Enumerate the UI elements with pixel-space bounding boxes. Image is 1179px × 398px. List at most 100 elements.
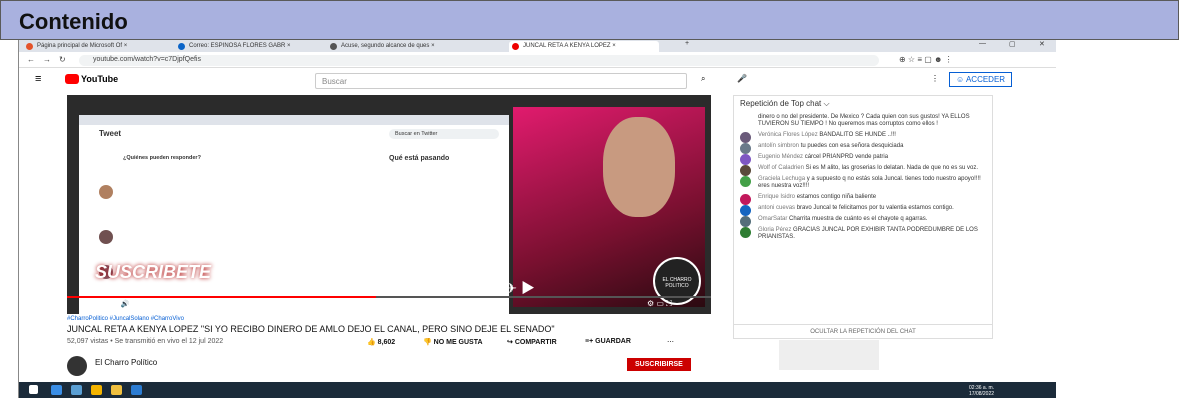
chrome-icon[interactable] — [91, 385, 102, 395]
reload-icon[interactable]: ↻ — [59, 55, 66, 64]
channel-avatar[interactable] — [67, 356, 87, 376]
search-icon[interactable]: ⌕ — [701, 74, 705, 84]
chat-author: OmarSatar — [758, 216, 788, 222]
progress-track[interactable] — [67, 296, 711, 298]
globe-icon — [330, 43, 337, 50]
ad-thumbnail[interactable] — [779, 340, 879, 370]
chat-text: bravo Juncal te felicitamos por tu valen… — [796, 205, 954, 211]
mic-icon[interactable]: 🎤 — [737, 74, 747, 83]
save-button[interactable]: ≡+ GUARDAR — [585, 338, 631, 345]
new-tab-icon[interactable]: + — [685, 40, 689, 47]
chat-message: antoni cuevas bravo Juncal te felicitamo… — [734, 203, 992, 216]
live-chat-replay: Repetición de Top chat ⌵ dinero o no del… — [733, 95, 993, 339]
chat-header[interactable]: Repetición de Top chat ⌵ — [734, 96, 992, 112]
avatar — [99, 185, 113, 199]
signin-button[interactable]: ☺ ACCEDER — [949, 72, 1013, 87]
chat-message: Graciela Lechuga y a supuesto q no estás… — [734, 174, 992, 192]
chat-text: dinero o no del presidente. De Mexico ? … — [758, 114, 970, 127]
section-header: Contenido — [0, 0, 1179, 40]
video-info: #CharroPolitico #JuncalSolano #CharroViv… — [67, 316, 711, 376]
tweet-search: Buscar en Twitter — [389, 129, 499, 139]
chat-text: Si es M alito, las groserias lo delatan.… — [805, 165, 979, 171]
inner-tab-bar — [79, 115, 509, 125]
avatar — [99, 230, 113, 244]
chat-text: BANDALITO SE HUNDE ..!!! — [819, 132, 896, 138]
view-meta: 52,097 vistas • Se transmitió en vivo el… — [67, 338, 224, 345]
subscribe-banner: SUSCRIBETE — [95, 262, 212, 282]
chat-author: Gloria Pérez — [758, 227, 792, 233]
volume-icon[interactable]: 🔊 — [121, 301, 130, 308]
chat-author: antolín simbron — [758, 143, 800, 149]
address-bar-row: ← → ↻ youtube.com/watch?v=c7DjpfQefis ⊕ … — [19, 52, 1056, 68]
more-icon[interactable]: ⋮ — [931, 74, 939, 83]
browser-tab-bar: Página principal de Microsoft Of × Corre… — [19, 40, 1056, 52]
chat-message: Gloria Pérez GRACIAS JUNCAL POR EXHIBIR … — [734, 225, 992, 243]
chat-message: Enrique Isidro estamos contigo niña bali… — [734, 192, 992, 205]
next-icon[interactable]: ⏭ — [102, 301, 108, 308]
forward-icon[interactable]: → — [43, 55, 51, 64]
video-player[interactable]: Tweet Buscar en Twitter ¿Quiénes pueden … — [67, 95, 711, 314]
word-icon[interactable] — [131, 385, 142, 395]
hide-chat-button[interactable]: OCULTAR LA REPETICIÓN DEL CHAT — [734, 324, 992, 338]
avatar — [740, 176, 751, 187]
youtube-header: ≡ YouTube Buscar ⌕ 🎤 ⋮ ☺ ACCEDER — [19, 69, 1056, 91]
avatar — [740, 114, 751, 125]
avatar — [740, 227, 751, 238]
chat-author: Eugenio Méndez — [758, 154, 804, 160]
hashtags[interactable]: #CharroPolitico #JuncalSolano #CharroViv… — [67, 316, 711, 322]
chat-text: GRACIAS JUNCAL POR EXHIBIR TANTA PODREDU… — [758, 227, 978, 240]
chat-author: Verónica Flores López — [758, 132, 818, 138]
youtube-logo[interactable]: YouTube — [81, 74, 118, 84]
chat-message: antolín simbron tu puedes con esa señora… — [734, 141, 992, 154]
slide-margin — [1056, 40, 1179, 398]
minimize-icon[interactable]: — — [979, 40, 986, 47]
close-icon[interactable]: ✕ — [1039, 40, 1045, 48]
share-button[interactable]: ↪ COMPARTIR — [507, 338, 557, 346]
office-icon — [26, 43, 33, 50]
tweet-heading: Tweet — [99, 129, 122, 138]
browser-tab[interactable]: Correo: ESPINOSA FLORES GABR × — [175, 41, 325, 52]
presenter-video-frame: EL CHARRO POLITICO — [513, 107, 705, 307]
browser-tab[interactable]: Página principal de Microsoft Of × — [23, 41, 173, 52]
menu-icon[interactable]: ≡ — [35, 73, 41, 85]
explorer-icon[interactable] — [111, 385, 122, 395]
search-input[interactable]: Buscar — [315, 73, 687, 89]
progress-fill — [67, 296, 377, 298]
tweet-who-reply: ¿Quiénes pueden responder? — [123, 155, 201, 161]
url-field[interactable]: youtube.com/watch?v=c7DjpfQefis — [79, 55, 879, 66]
trending-title: Qué está pasando — [389, 155, 450, 162]
maximize-icon[interactable]: ▢ — [1009, 40, 1016, 48]
chat-text: estamos contigo niña baliente — [796, 194, 877, 200]
like-button[interactable]: 👍 8,602 — [367, 338, 395, 346]
windows-taskbar: 02:36 a. m. 17/08/2022 — [19, 382, 1056, 398]
subscribe-button[interactable]: SUSCRIBIRSE — [627, 358, 691, 371]
follow-banner: SIGUENOS EN NUESTRAS REDES — [289, 272, 391, 295]
settings-icon[interactable]: ⚙ ▭ ⛶ — [647, 299, 672, 309]
browser-tab-active[interactable]: JUNCAL RETA A KENYA LOPEZ × — [509, 41, 659, 52]
play-icon[interactable]: ▶ — [85, 301, 90, 308]
clock[interactable]: 02:36 a. m. 17/08/2022 — [969, 385, 994, 397]
chat-message: OmarSatar Charrita muestra de cuánto es … — [734, 214, 992, 227]
back-icon[interactable]: ← — [27, 55, 35, 64]
chat-message: Eugenio Méndez cárcel PRIANPRD vende pat… — [734, 152, 992, 165]
more-actions-icon[interactable]: ⋯ — [667, 338, 674, 346]
youtube-logo-icon — [65, 74, 79, 84]
presenter-face — [603, 117, 675, 217]
chat-author: Graciela Lechuga — [758, 176, 806, 182]
extensions-icon[interactable]: ⊕ ☆ ≡ ▢ ☻ ⋮ — [899, 55, 953, 64]
screenshot: Página principal de Microsoft Of × Corre… — [18, 40, 1056, 398]
chat-message: Verónica Flores López BANDALITO SE HUNDE… — [734, 130, 992, 143]
chat-message: dinero o no del presidente. De Mexico ? … — [734, 112, 992, 130]
chat-text: cárcel PRIANPRD vende patria — [804, 154, 889, 160]
slide: Contenido Página principal de Microsoft … — [0, 0, 1179, 398]
browser-tab[interactable]: Acuse, segundo alcance de ques × — [327, 41, 507, 52]
outlook-icon — [178, 43, 185, 50]
edge-icon[interactable] — [51, 385, 62, 395]
teams-icon[interactable] — [71, 385, 82, 395]
channel-name[interactable]: El Charro Político — [95, 358, 157, 367]
start-icon[interactable] — [29, 385, 38, 394]
dislike-button[interactable]: 👎 NO ME GUSTA — [423, 338, 483, 346]
video-title: JUNCAL RETA A KENYA LOPEZ "SI YO RECIBO … — [67, 324, 555, 334]
chat-text: Charrita muestra de cuánto es el chayote… — [789, 216, 928, 222]
time-display: 5:59 / 12:34 — [145, 301, 183, 308]
